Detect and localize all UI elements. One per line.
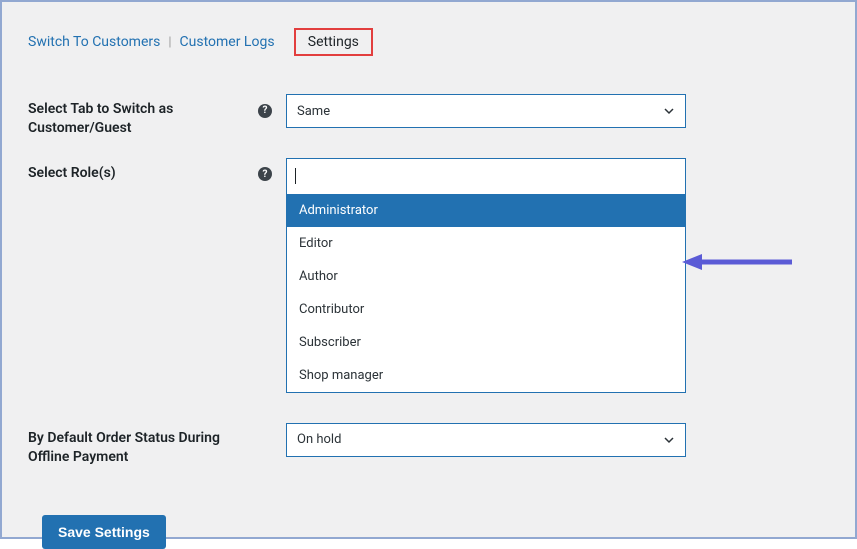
settings-panel: Switch To Customers | Customer Logs Sett… (10, 10, 847, 529)
role-option-administrator[interactable]: Administrator (287, 194, 685, 227)
help-icon[interactable]: ? (258, 167, 272, 181)
outer-frame: Switch To Customers | Customer Logs Sett… (0, 0, 857, 539)
label-default-status: By Default Order Status During Offline P… (28, 423, 258, 467)
tab-separator: | (168, 35, 171, 50)
role-option-shop-manager[interactable]: Shop manager (287, 359, 685, 392)
role-option-editor[interactable]: Editor (287, 227, 685, 260)
tab-separator (283, 35, 286, 50)
default-status-dropdown[interactable]: On hold (286, 423, 686, 457)
chevron-down-icon (663, 105, 675, 117)
label-select-tab: Select Tab to Switch as Customer/Guest (28, 94, 258, 138)
help-col (258, 423, 286, 431)
tab-switch-customers[interactable]: Switch To Customers (28, 34, 160, 50)
help-col: ? (258, 158, 286, 182)
roles-input[interactable] (287, 159, 685, 193)
tab-bar: Switch To Customers | Customer Logs Sett… (28, 28, 829, 56)
label-select-roles: Select Role(s) (28, 158, 258, 183)
roles-option-list: Administrator Editor Author Contributor … (287, 193, 685, 392)
role-option-subscriber[interactable]: Subscriber (287, 326, 685, 359)
chevron-down-icon (663, 434, 675, 446)
roles-combobox[interactable]: Administrator Editor Author Contributor … (286, 158, 686, 393)
role-option-author[interactable]: Author (287, 260, 685, 293)
save-button[interactable]: Save Settings (42, 515, 166, 549)
row-default-status: By Default Order Status During Offline P… (28, 423, 829, 467)
text-caret (295, 168, 296, 184)
help-col: ? (258, 94, 286, 118)
role-option-contributor[interactable]: Contributor (287, 293, 685, 326)
tab-settings[interactable]: Settings (294, 28, 373, 56)
default-status-value: On hold (297, 432, 341, 447)
help-icon[interactable]: ? (258, 104, 272, 118)
select-tab-dropdown[interactable]: Same (286, 94, 686, 128)
tab-customer-logs[interactable]: Customer Logs (180, 34, 275, 50)
row-select-tab: Select Tab to Switch as Customer/Guest ?… (28, 94, 829, 138)
select-tab-value: Same (297, 104, 330, 119)
row-select-roles: Select Role(s) ? Administrator Editor Au… (28, 158, 829, 393)
